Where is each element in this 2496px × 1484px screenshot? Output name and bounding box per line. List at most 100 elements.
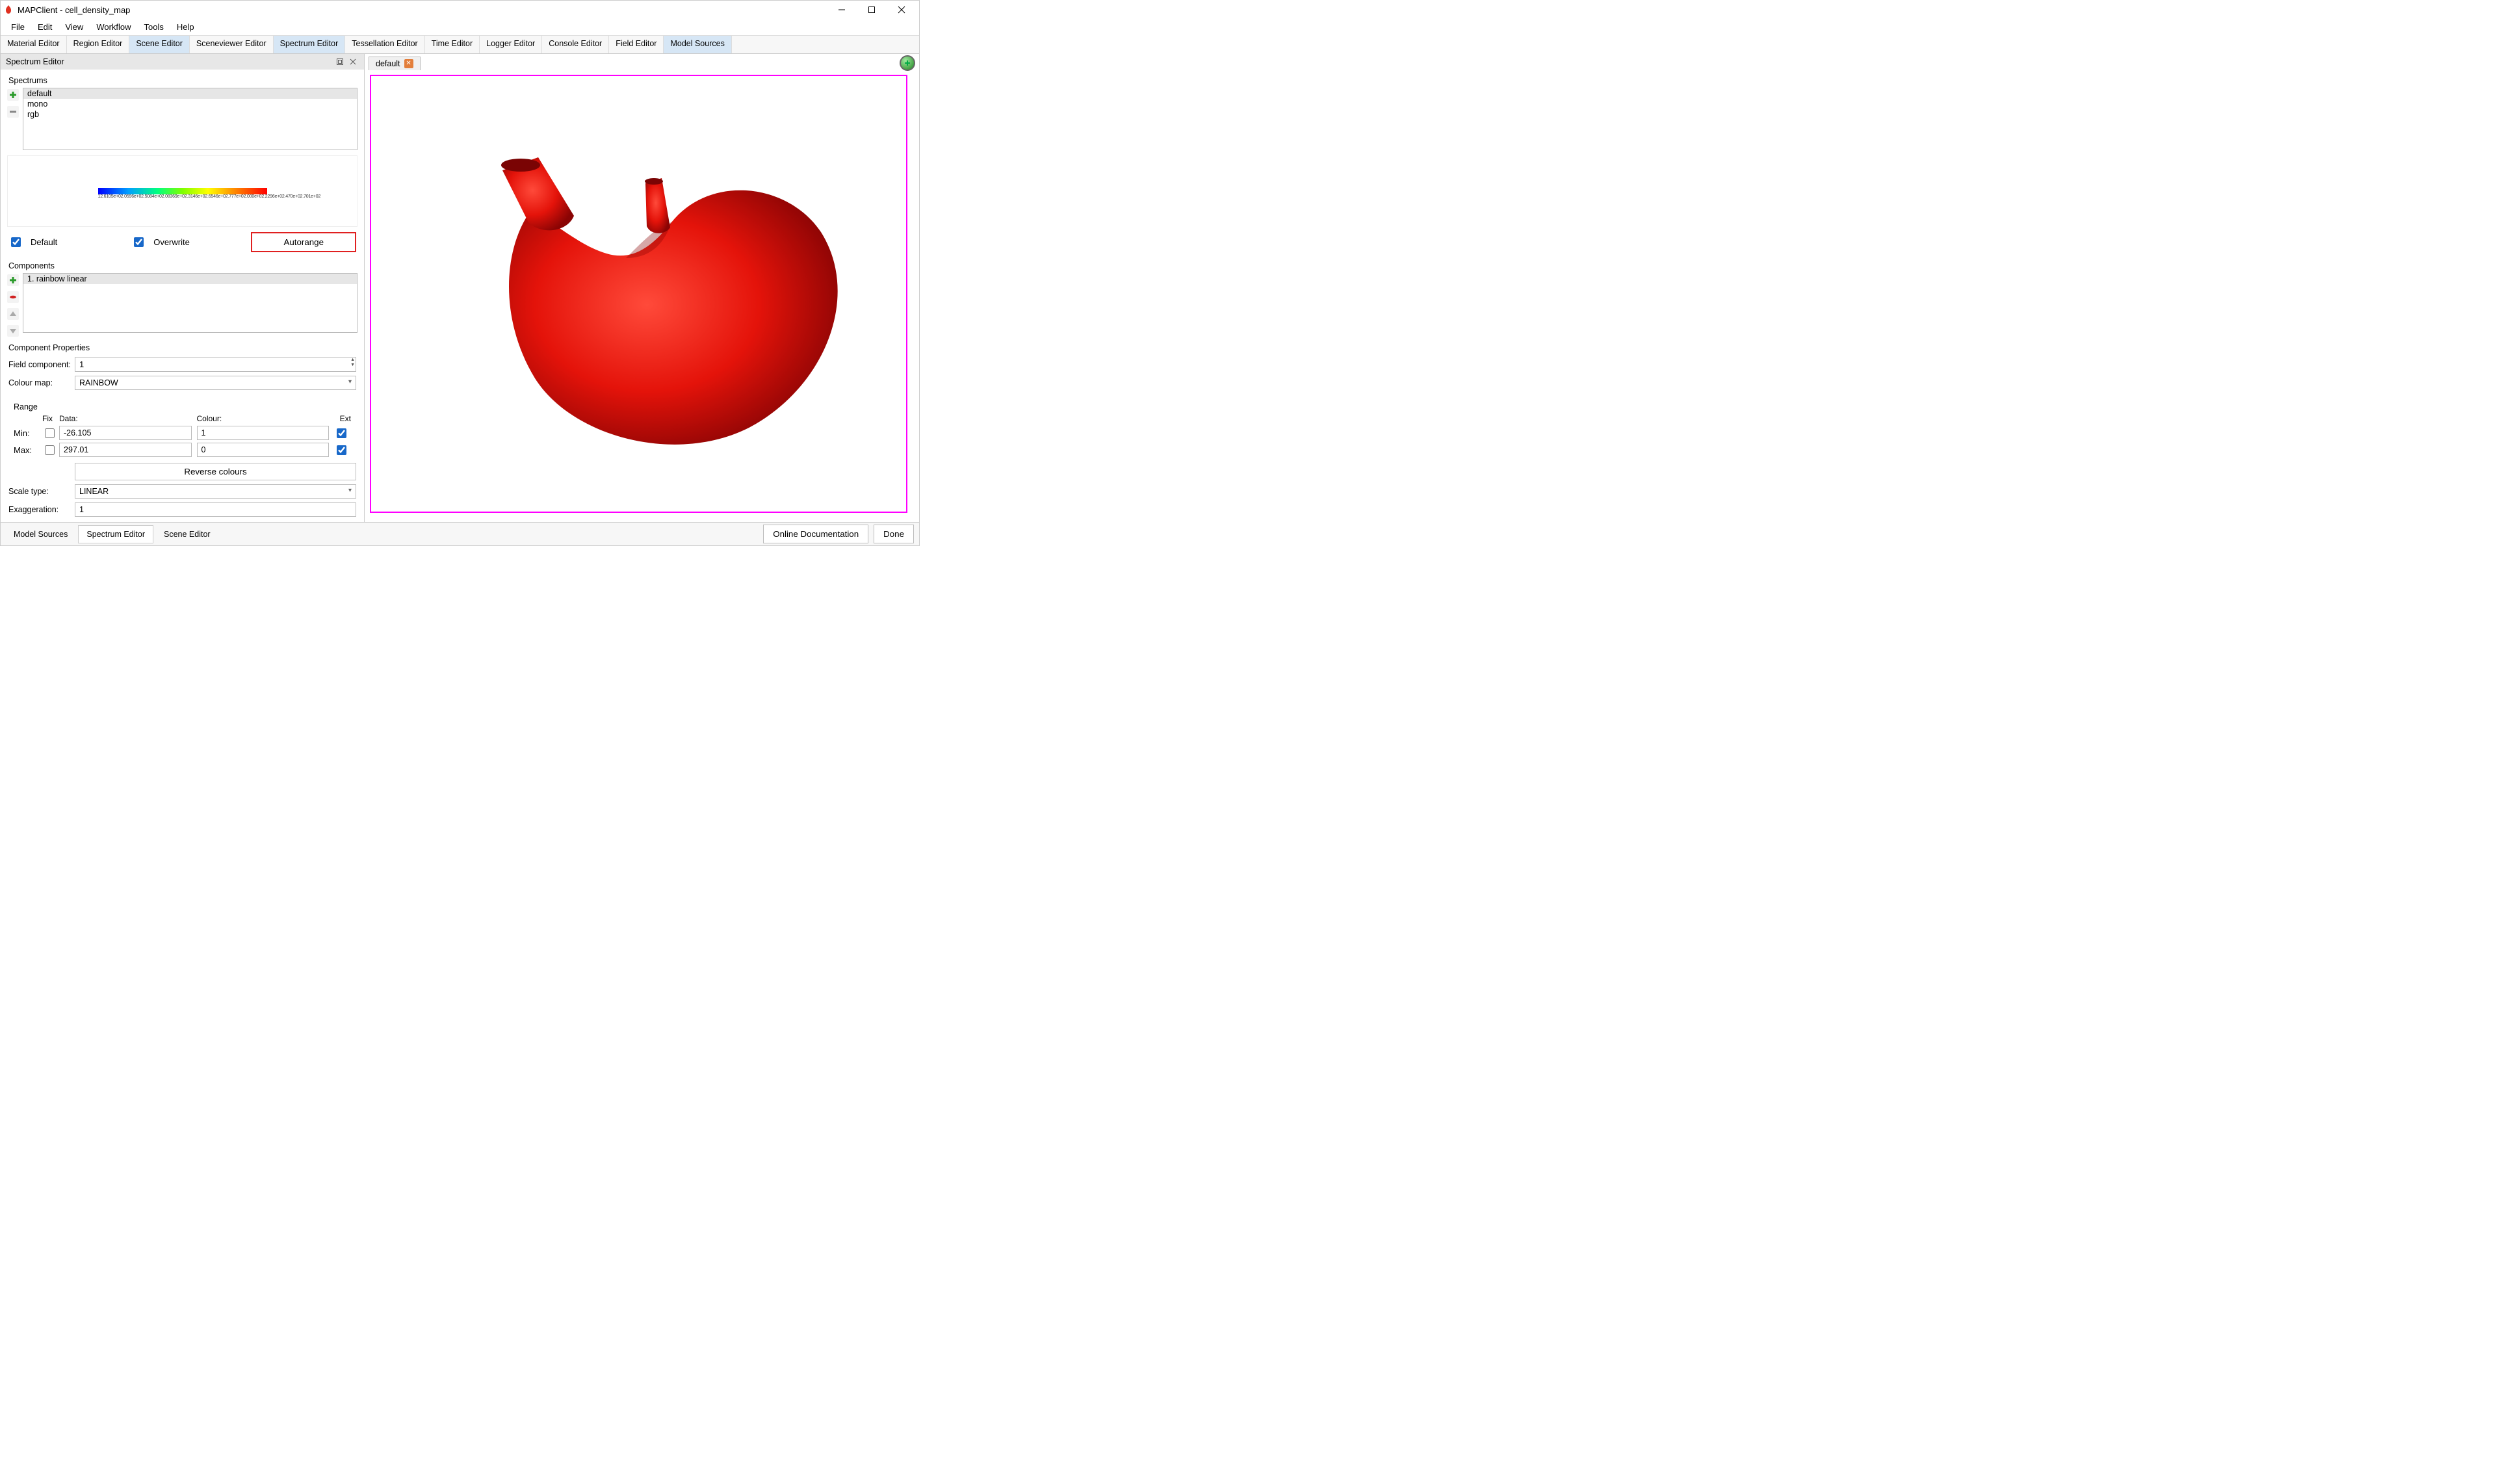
ext-header: Ext — [334, 414, 351, 423]
tab-spectrum-editor[interactable]: Spectrum Editor — [274, 36, 346, 53]
menu-file[interactable]: File — [5, 19, 31, 35]
components-section: Components 1. rainbow linear — [1, 255, 364, 339]
menu-edit[interactable]: Edit — [31, 19, 58, 35]
app-icon — [3, 5, 14, 15]
gradient-bar: 12.6105e+02.0596e+02.5084e+02.08369e+02.… — [98, 188, 267, 194]
colour-map-select[interactable]: RAINBOW — [75, 376, 356, 390]
tab-material-editor[interactable]: Material Editor — [1, 36, 67, 53]
3d-viewport[interactable] — [370, 75, 907, 513]
remove-spectrum-button[interactable] — [7, 106, 19, 118]
min-colour-input[interactable] — [197, 426, 330, 440]
field-component-value: 1 — [79, 359, 84, 369]
components-label: Components — [8, 261, 358, 270]
remove-component-button[interactable] — [7, 291, 19, 303]
max-fix-checkbox[interactable] — [45, 445, 55, 455]
range-group: Range Fix Data: Colour: Ext Min: Max: — [10, 396, 355, 458]
spectrum-item[interactable]: rgb — [23, 109, 357, 120]
autorange-button[interactable]: Autorange — [251, 232, 356, 252]
move-component-down-button[interactable] — [7, 325, 19, 337]
colour-map-value: RAINBOW — [79, 378, 118, 387]
add-view-button[interactable] — [900, 55, 915, 71]
field-component-spinner[interactable]: 1 ▲▼ — [75, 357, 356, 372]
footer-tab-spectrum-editor[interactable]: Spectrum Editor — [78, 525, 153, 543]
min-fix-checkbox[interactable] — [45, 428, 55, 438]
min-ext-checkbox[interactable] — [337, 428, 346, 438]
window-title: MAPClient - cell_density_map — [18, 5, 827, 15]
scale-type-select[interactable]: LINEAR — [75, 484, 356, 499]
exaggeration-label: Exaggeration: — [8, 505, 71, 514]
tab-region-editor[interactable]: Region Editor — [67, 36, 130, 53]
gradient-preview: 12.6105e+02.0596e+02.5084e+02.08369e+02.… — [7, 155, 358, 227]
scale-type-value: LINEAR — [79, 487, 109, 496]
view-tab-default[interactable]: default ✕ — [369, 57, 421, 70]
exaggeration-row: Exaggeration: — [1, 501, 364, 519]
data-header: Data: — [59, 414, 192, 423]
footer-tab-model-sources[interactable]: Model Sources — [6, 526, 75, 543]
add-component-button[interactable] — [7, 274, 19, 286]
tab-scene-editor[interactable]: Scene Editor — [129, 36, 190, 53]
menu-workflow[interactable]: Workflow — [90, 19, 137, 35]
tab-console-editor[interactable]: Console Editor — [542, 36, 609, 53]
colour-map-label: Colour map: — [8, 378, 71, 387]
range-label: Range — [14, 402, 351, 411]
viewport-panel: default ✕ — [365, 54, 919, 522]
scale-type-row: Scale type: LINEAR — [1, 482, 364, 501]
spectrum-item[interactable]: mono — [23, 99, 357, 109]
spectrum-item[interactable]: default — [23, 88, 357, 99]
overwrite-checkbox[interactable] — [134, 237, 144, 247]
overwrite-checkbox-label: Overwrite — [153, 237, 190, 247]
tab-field-editor[interactable]: Field Editor — [609, 36, 664, 53]
colour-header: Colour: — [197, 414, 330, 423]
field-component-row: Field component: 1 ▲▼ — [1, 355, 364, 374]
application-window: MAPClient - cell_density_map File Edit V… — [0, 0, 920, 546]
component-list-buttons — [7, 273, 19, 337]
tab-sceneviewer-editor[interactable]: Sceneviewer Editor — [190, 36, 274, 53]
panel-popout-button[interactable] — [334, 56, 346, 68]
tab-logger-editor[interactable]: Logger Editor — [480, 36, 542, 53]
tab-tessellation-editor[interactable]: Tessellation Editor — [345, 36, 424, 53]
done-button[interactable]: Done — [874, 525, 914, 543]
field-component-label: Field component: — [8, 360, 71, 369]
reverse-colours-row: Reverse colours — [1, 461, 364, 482]
min-label: Min: — [14, 428, 37, 438]
reverse-colours-button[interactable]: Reverse colours — [75, 463, 356, 480]
component-list[interactable]: 1. rainbow linear — [23, 273, 358, 333]
move-component-up-button[interactable] — [7, 308, 19, 320]
footer-tab-scene-editor[interactable]: Scene Editor — [156, 526, 218, 543]
default-checkbox[interactable] — [11, 237, 21, 247]
editor-tabbar: Material Editor Region Editor Scene Edit… — [1, 36, 919, 54]
max-colour-input[interactable] — [197, 443, 330, 457]
menu-view[interactable]: View — [58, 19, 90, 35]
stomach-model — [405, 112, 873, 476]
close-view-tab-button[interactable]: ✕ — [404, 59, 413, 68]
panel-title-text: Spectrum Editor — [6, 57, 64, 66]
panel-titlebar: Spectrum Editor — [1, 54, 364, 70]
min-data-input[interactable] — [59, 426, 192, 440]
viewport-tabbar: default ✕ — [365, 54, 919, 72]
menubar: File Edit View Workflow Tools Help — [1, 19, 919, 36]
maximize-button[interactable] — [857, 1, 887, 19]
component-item[interactable]: 1. rainbow linear — [23, 274, 357, 284]
add-spectrum-button[interactable] — [7, 89, 19, 101]
max-ext-checkbox[interactable] — [337, 445, 346, 455]
tab-model-sources[interactable]: Model Sources — [664, 36, 731, 53]
tab-time-editor[interactable]: Time Editor — [425, 36, 480, 53]
view-tab-label: default — [376, 59, 400, 68]
spinner-buttons[interactable]: ▲▼ — [350, 358, 355, 368]
spectrum-list[interactable]: default mono rgb — [23, 88, 358, 150]
online-documentation-button[interactable]: Online Documentation — [763, 525, 868, 543]
spectrum-options-row: Default Overwrite Autorange — [1, 229, 364, 255]
panel-close-button[interactable] — [347, 56, 359, 68]
spectrums-section: Spectrums default mono rgb — [1, 70, 364, 153]
menu-tools[interactable]: Tools — [138, 19, 170, 35]
spectrums-label: Spectrums — [8, 76, 358, 85]
close-button[interactable] — [887, 1, 916, 19]
colour-map-row: Colour map: RAINBOW — [1, 374, 364, 392]
max-data-input[interactable] — [59, 443, 192, 457]
titlebar: MAPClient - cell_density_map — [1, 1, 919, 19]
gradient-ticks: 12.6105e+02.0596e+02.5084e+02.08369e+02.… — [98, 194, 267, 199]
spectrum-list-buttons — [7, 88, 19, 150]
exaggeration-input[interactable] — [75, 502, 356, 517]
menu-help[interactable]: Help — [170, 19, 201, 35]
minimize-button[interactable] — [827, 1, 857, 19]
